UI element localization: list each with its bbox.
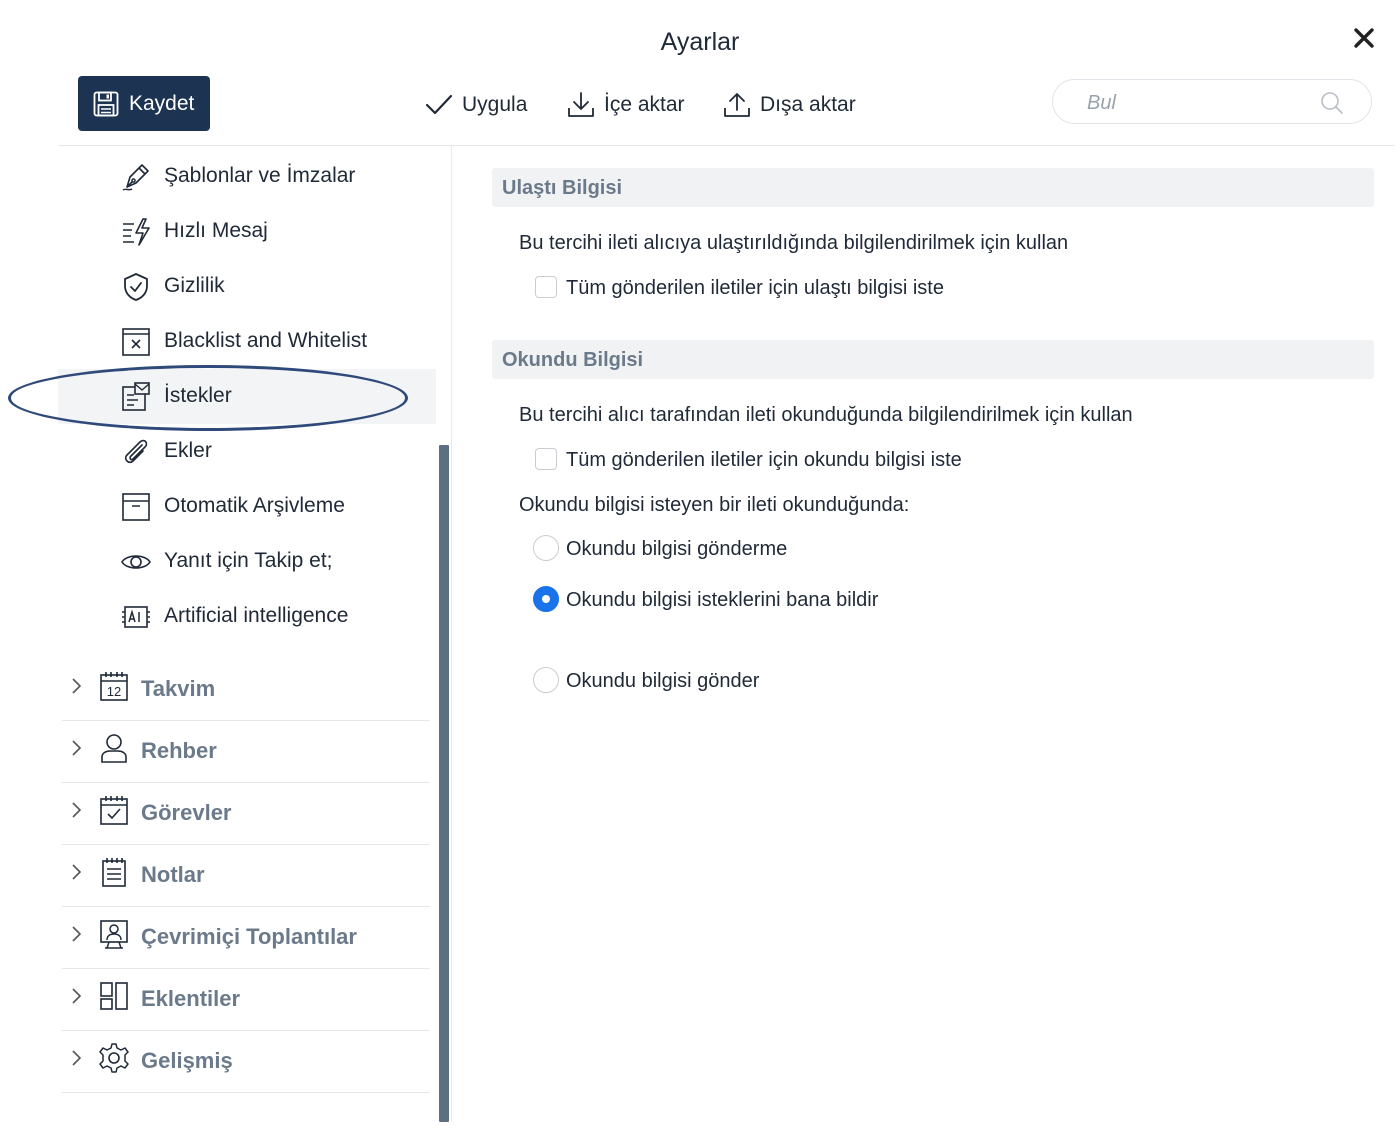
sidebar-item-auto-archive[interactable]: Otomatik Arşivleme — [58, 479, 436, 534]
download-icon — [568, 92, 594, 117]
export-button-label: Dışa aktar — [760, 93, 856, 116]
sidebar-item-label: Blacklist and Whitelist — [164, 329, 368, 352]
addons-icon — [100, 982, 128, 1010]
quick-message-icon — [123, 218, 150, 246]
sidebar-item-label: Yanıt için Takip et; — [164, 549, 333, 572]
sidebar-item-label: Otomatik Arşivleme — [164, 494, 345, 517]
export-button[interactable]: Dışa aktar — [722, 88, 856, 122]
sidebar-item-templates[interactable]: Şablonlar ve İmzalar — [58, 149, 436, 204]
radio-dont-send[interactable] — [533, 535, 559, 561]
sidebar-item-attachments[interactable]: Ekler — [58, 424, 436, 479]
read-description: Bu tercihi alıcı tarafından ileti okundu… — [519, 404, 1133, 426]
search-box — [1052, 79, 1372, 124]
calendar-icon: 12 — [100, 672, 128, 701]
close-icon[interactable] — [1350, 24, 1378, 52]
sidebar-item-ai[interactable]: Artificial intelligence — [58, 589, 436, 644]
sidebar-item-requests[interactable]: İstekler — [58, 369, 436, 424]
pane-divider — [451, 146, 452, 1122]
chevron-right-icon — [72, 988, 82, 1004]
sidebar-item-label: Gizlilik — [164, 274, 225, 297]
chevron-right-icon — [72, 802, 82, 818]
save-button[interactable]: Kaydet — [78, 76, 210, 131]
delivery-receipt-checkbox[interactable] — [535, 276, 557, 298]
sidebar-category-contacts[interactable]: Rehber — [62, 722, 430, 783]
chevron-right-icon — [72, 864, 82, 880]
delivery-section-header: Ulaştı Bilgisi — [492, 168, 1374, 207]
chevron-right-icon — [72, 678, 82, 694]
save-button-label: Kaydet — [129, 91, 195, 115]
sidebar-item-quick-message[interactable]: Hızlı Mesaj — [58, 204, 436, 259]
chevron-right-icon — [72, 926, 82, 942]
sidebar-item-label: Hızlı Mesaj — [164, 219, 268, 242]
category-label: Rehber — [141, 738, 217, 763]
read-section-header: Okundu Bilgisi — [492, 340, 1374, 379]
read-receipt-checkbox[interactable] — [535, 448, 557, 470]
sidebar-item-privacy[interactable]: Gizlilik — [58, 259, 436, 314]
window-title: Ayarlar — [660, 28, 740, 56]
delivery-checkbox-label[interactable]: Tüm gönderilen iletiler için ulaştı bilg… — [566, 277, 944, 300]
save-icon — [93, 91, 119, 116]
notes-icon — [102, 858, 126, 887]
requests-icon — [122, 382, 150, 411]
tasks-icon — [100, 796, 128, 825]
read-question: Okundu bilgisi isteyen bir ileti okunduğ… — [519, 494, 910, 516]
sidebar-category-tasks[interactable]: Görevler — [62, 784, 430, 845]
sidebar-item-label: Ekler — [164, 439, 212, 462]
sidebar-category-addons[interactable]: Eklentiler — [62, 970, 430, 1031]
apply-button[interactable]: Uygula — [424, 88, 527, 122]
shield-icon — [124, 273, 148, 301]
upload-icon — [724, 93, 750, 117]
blacklist-icon — [122, 328, 150, 356]
category-label: Görevler — [141, 800, 232, 825]
category-label: Eklentiler — [141, 986, 241, 1011]
sidebar-category-advanced[interactable]: Gelişmiş — [62, 1032, 430, 1093]
sidebar-item-label: İstekler — [164, 384, 232, 407]
search-input[interactable] — [1085, 88, 1319, 118]
read-checkbox-label[interactable]: Tüm gönderilen iletiler için okundu bilg… — [566, 449, 962, 472]
section-title: Ulaştı Bilgisi — [502, 177, 623, 199]
delivery-description: Bu tercihi ileti alıcıya ulaştırıldığınd… — [519, 232, 1069, 254]
archive-icon — [122, 493, 150, 521]
import-button-label: İçe aktar — [604, 93, 685, 116]
category-label: Gelişmiş — [141, 1048, 233, 1073]
radio-notify-me-label[interactable]: Okundu bilgisi isteklerini bana bildir — [566, 589, 878, 612]
sidebar-item-follow-up[interactable]: Yanıt için Takip et; — [58, 534, 436, 589]
sidebar-category-online-meetings[interactable]: Çevrimiçi Toplantılar — [62, 908, 430, 969]
chevron-right-icon — [72, 740, 82, 756]
chevron-right-icon — [72, 1050, 82, 1066]
sidebar-item-blacklist[interactable]: Blacklist and Whitelist — [58, 314, 436, 369]
gear-icon — [99, 1043, 129, 1073]
checkmark-icon — [425, 94, 453, 115]
pen-icon — [122, 164, 149, 191]
section-title: Okundu Bilgisi — [502, 349, 644, 371]
paperclip-icon — [124, 439, 148, 464]
eye-icon — [121, 555, 151, 569]
apply-button-label: Uygula — [462, 93, 528, 116]
search-icon[interactable] — [1319, 90, 1345, 116]
category-label: Notlar — [141, 862, 205, 887]
category-label: Takvim — [141, 676, 216, 701]
radio-dont-send-label[interactable]: Okundu bilgisi gönderme — [566, 538, 787, 561]
contact-icon — [101, 734, 127, 763]
import-button[interactable]: İçe aktar — [566, 88, 685, 122]
category-label: Çevrimiçi Toplantılar — [141, 924, 357, 949]
sidebar-item-label: Artificial intelligence — [164, 604, 349, 627]
sidebar-item-label: Şablonlar ve İmzalar — [164, 164, 356, 187]
calendar-day-number: 12 — [107, 684, 121, 699]
ai-icon — [122, 606, 150, 628]
sidebar-category-notes[interactable]: Notlar — [62, 846, 430, 907]
meeting-icon — [100, 920, 128, 949]
radio-notify-me[interactable] — [533, 586, 559, 612]
sidebar-scrollbar[interactable] — [439, 445, 449, 1122]
radio-send[interactable] — [533, 667, 559, 693]
sidebar-category-calendar[interactable]: 12 Takvim — [62, 660, 430, 721]
header-divider — [58, 145, 1394, 146]
radio-send-label[interactable]: Okundu bilgisi gönder — [566, 670, 759, 693]
